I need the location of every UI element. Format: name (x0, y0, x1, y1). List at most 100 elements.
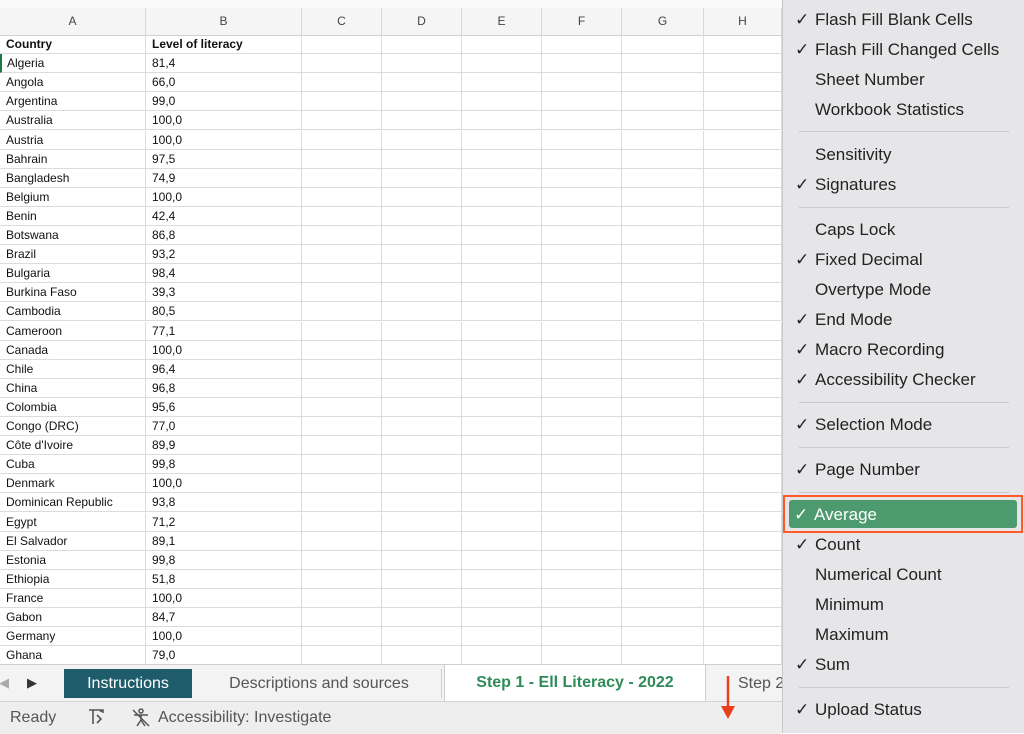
cell[interactable] (382, 264, 462, 283)
cell[interactable] (542, 551, 622, 570)
cell[interactable] (542, 322, 622, 341)
cell[interactable] (462, 627, 542, 646)
cell[interactable] (622, 379, 704, 398)
cell[interactable]: Benin (0, 207, 146, 226)
cell[interactable] (382, 627, 462, 646)
cell[interactable] (622, 283, 704, 302)
cell[interactable] (622, 474, 704, 493)
cell[interactable] (622, 627, 704, 646)
cell[interactable] (382, 169, 462, 188)
cell[interactable] (462, 73, 542, 92)
cell[interactable] (704, 264, 782, 283)
cell[interactable]: 93,2 (146, 245, 302, 264)
cell[interactable] (622, 570, 704, 589)
cell[interactable]: 74,9 (146, 169, 302, 188)
cell[interactable] (382, 379, 462, 398)
status-accessibility[interactable]: Accessibility: Investigate (158, 709, 331, 727)
cell[interactable] (462, 608, 542, 627)
cell[interactable]: Argentina (0, 92, 146, 111)
cell[interactable] (382, 341, 462, 360)
cell[interactable]: Cameroon (0, 322, 146, 341)
cell[interactable] (462, 169, 542, 188)
scroll-tabs-right-icon[interactable]: ▶ (22, 672, 42, 694)
cell[interactable] (704, 150, 782, 169)
cell[interactable] (622, 54, 704, 73)
menu-item-overtype-mode[interactable]: Overtype Mode (783, 275, 1024, 305)
menu-item-signatures[interactable]: ✓ Signatures (783, 170, 1024, 200)
cell[interactable] (382, 417, 462, 436)
cell[interactable] (542, 436, 622, 455)
cell[interactable] (704, 35, 782, 54)
cell[interactable] (542, 302, 622, 321)
cell[interactable] (382, 131, 462, 150)
cell[interactable] (302, 245, 382, 264)
cell[interactable]: 100,0 (146, 474, 302, 493)
cell[interactable]: Bangladesh (0, 169, 146, 188)
cell[interactable]: Burkina Faso (0, 283, 146, 302)
status-bar[interactable]: Ready Accessibility: Investigate (0, 701, 782, 734)
cell[interactable] (704, 341, 782, 360)
cell[interactable] (542, 570, 622, 589)
cell[interactable] (622, 302, 704, 321)
cell[interactable]: Brazil (0, 245, 146, 264)
cell[interactable] (622, 188, 704, 207)
menu-item-selection-mode[interactable]: ✓ Selection Mode (783, 410, 1024, 440)
cell[interactable]: 80,5 (146, 302, 302, 321)
cell[interactable] (622, 226, 704, 245)
cell[interactable] (622, 398, 704, 417)
cell[interactable]: 100,0 (146, 589, 302, 608)
cell[interactable]: Botswana (0, 226, 146, 245)
cell[interactable]: Australia (0, 111, 146, 130)
cell[interactable] (462, 150, 542, 169)
cell[interactable]: Ghana (0, 646, 146, 664)
cell[interactable] (382, 73, 462, 92)
cell[interactable] (462, 551, 542, 570)
menu-item-numerical-count[interactable]: Numerical Count (783, 560, 1024, 590)
cell[interactable] (302, 379, 382, 398)
cell[interactable] (462, 646, 542, 664)
cell[interactable] (542, 54, 622, 73)
cell[interactable] (542, 341, 622, 360)
cell[interactable]: Côte d'Ivoire (0, 436, 146, 455)
cell[interactable] (462, 455, 542, 474)
cell[interactable] (302, 513, 382, 532)
cell[interactable] (704, 417, 782, 436)
cell[interactable] (382, 532, 462, 551)
cell[interactable]: Colombia (0, 398, 146, 417)
cell[interactable] (622, 131, 704, 150)
cell[interactable] (704, 532, 782, 551)
cell[interactable]: 100,0 (146, 188, 302, 207)
cell[interactable] (542, 646, 622, 664)
cell[interactable] (302, 417, 382, 436)
cell[interactable] (302, 627, 382, 646)
menu-item-end-mode[interactable]: ✓ End Mode (783, 305, 1024, 335)
cell[interactable] (302, 264, 382, 283)
cell[interactable] (462, 188, 542, 207)
cell[interactable] (622, 493, 704, 512)
cell[interactable] (462, 283, 542, 302)
cell[interactable] (302, 455, 382, 474)
cell[interactable]: Angola (0, 73, 146, 92)
cell[interactable] (462, 513, 542, 532)
cell[interactable] (704, 436, 782, 455)
cell[interactable] (382, 111, 462, 130)
cell[interactable] (302, 207, 382, 226)
menu-item-average[interactable]: ✓ Average (782, 500, 1024, 530)
cell[interactable] (302, 341, 382, 360)
cell[interactable] (704, 111, 782, 130)
cell[interactable] (302, 570, 382, 589)
cell[interactable]: Algeria (0, 54, 146, 73)
menu-item-maximum[interactable]: Maximum (783, 620, 1024, 650)
cell[interactable] (382, 322, 462, 341)
cell[interactable]: Ethiopia (0, 570, 146, 589)
tab-step1-literacy[interactable]: Step 1 - Ell Literacy - 2022 (444, 665, 706, 701)
cell[interactable] (622, 35, 704, 54)
cell[interactable] (622, 436, 704, 455)
cell[interactable] (302, 493, 382, 512)
tab-descriptions-and-sources[interactable]: Descriptions and sources (197, 669, 442, 698)
menu-item-sum[interactable]: ✓ Sum (783, 650, 1024, 680)
cell[interactable]: 96,4 (146, 360, 302, 379)
cell[interactable] (302, 646, 382, 664)
cell[interactable] (542, 283, 622, 302)
cell[interactable] (704, 73, 782, 92)
